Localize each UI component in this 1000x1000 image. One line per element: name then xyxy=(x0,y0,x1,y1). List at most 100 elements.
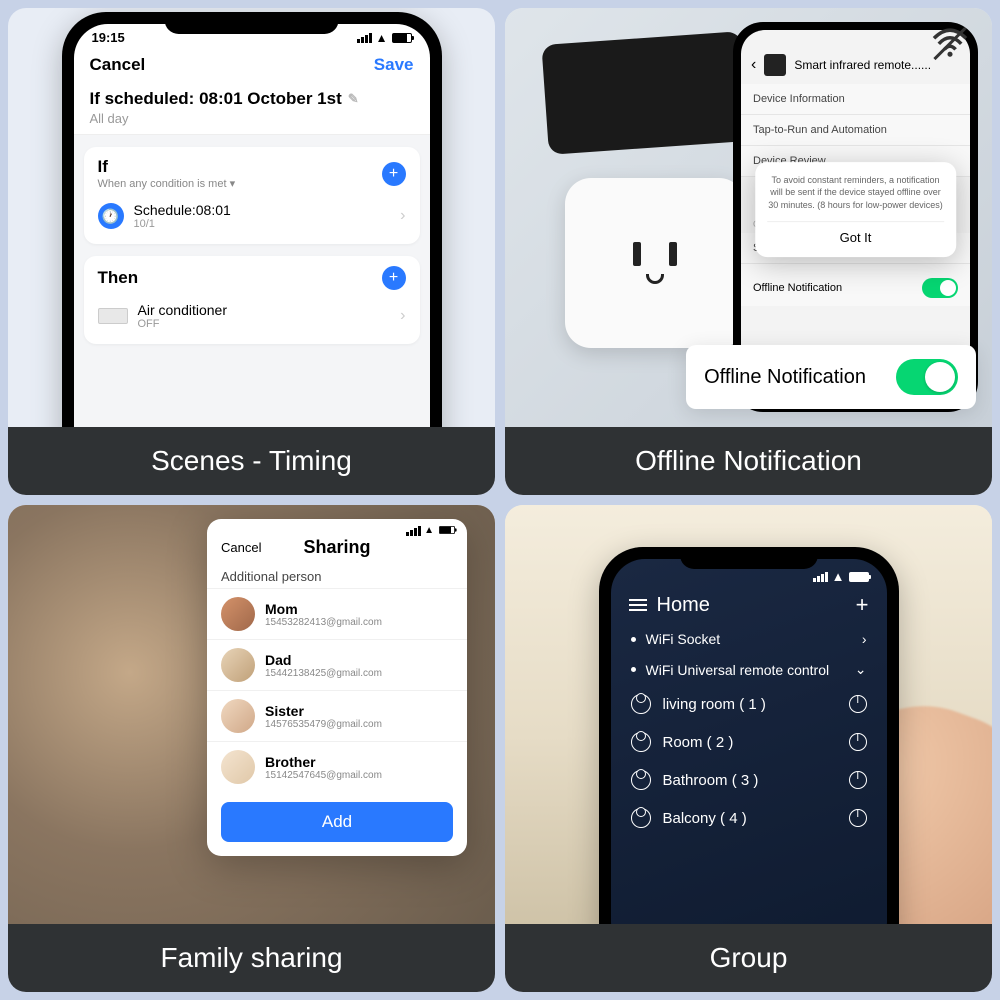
cancel-button[interactable]: Cancel xyxy=(221,540,261,555)
toggle-on-icon[interactable] xyxy=(922,278,958,298)
power-icon[interactable] xyxy=(849,733,867,751)
offline-pill-label: Offline Notification xyxy=(704,366,866,389)
phone-frame: ▲ Home + WiFi Socket › WiFi Universal rem… xyxy=(599,547,899,924)
battery-icon xyxy=(849,572,869,582)
add-icon[interactable]: + xyxy=(856,592,869,618)
panel-group: ▲ Home + WiFi Socket › WiFi Universal rem… xyxy=(505,505,992,992)
smart-plug-device xyxy=(565,178,745,348)
popup-message: To avoid constant reminders, a notificat… xyxy=(767,174,945,212)
power-icon[interactable] xyxy=(849,695,867,713)
power-icon[interactable] xyxy=(849,809,867,827)
section-label: Additional person xyxy=(207,565,467,588)
group-label: WiFi Universal remote control xyxy=(646,662,830,678)
chevron-right-icon: › xyxy=(862,631,867,647)
caption: Family sharing xyxy=(8,924,495,992)
if-condition-dropdown[interactable]: When any condition is met ▾ xyxy=(98,177,236,190)
power-icon[interactable] xyxy=(849,771,867,789)
room-label: Bathroom ( 3 ) xyxy=(663,772,759,789)
phone-frame: 19:15 ▲ Cancel Save If scheduled: 08:01 … xyxy=(62,12,442,427)
signal-icon xyxy=(406,525,421,536)
group-label: WiFi Socket xyxy=(646,631,721,647)
room-item[interactable]: Balcony ( 4 ) xyxy=(611,799,887,837)
schedule-time: Schedule:08:01 xyxy=(134,202,231,218)
device-thumb-icon xyxy=(764,54,786,76)
person-icon xyxy=(631,732,651,752)
person-row[interactable]: Mom15453282413@gmail.com xyxy=(207,588,467,639)
home-title: Home xyxy=(657,594,710,617)
action-state: OFF xyxy=(138,318,228,330)
person-row[interactable]: Sister14576535479@gmail.com xyxy=(207,690,467,741)
room-item[interactable]: Bathroom ( 3 ) xyxy=(611,761,887,799)
room-label: Balcony ( 4 ) xyxy=(663,810,747,827)
schedule-date: 10/1 xyxy=(134,218,231,230)
status-bar: ▲ xyxy=(207,519,467,536)
room-item[interactable]: living room ( 1 ) xyxy=(611,685,887,723)
device-title: Smart infrared remote...... xyxy=(794,58,931,72)
if-card: If When any condition is met ▾ + 🕐 Sched… xyxy=(84,147,420,244)
save-button[interactable]: Save xyxy=(374,55,414,75)
wifi-icon: ▲ xyxy=(376,31,388,45)
menu-tap-to-run[interactable]: Tap-to-Run and Automation xyxy=(741,115,970,146)
add-condition-button[interactable]: + xyxy=(382,162,406,186)
clock: 19:15 xyxy=(92,30,125,45)
avatar xyxy=(221,699,255,733)
ir-remote-device xyxy=(541,31,748,155)
popup-dialog: To avoid constant reminders, a notificat… xyxy=(755,162,957,258)
menu-device-info[interactable]: Device Information xyxy=(741,84,970,115)
avatar xyxy=(221,750,255,784)
person-row[interactable]: Brother15142547645@gmail.com xyxy=(207,741,467,792)
wifi-icon: ▲ xyxy=(832,569,845,584)
person-icon xyxy=(631,694,651,714)
action-row[interactable]: Air conditioner OFF › xyxy=(98,290,406,334)
person-icon xyxy=(631,808,651,828)
add-action-button[interactable]: + xyxy=(382,266,406,290)
schedule-subtitle: All day xyxy=(90,111,414,126)
clock-icon: 🕐 xyxy=(98,203,124,229)
battery-icon xyxy=(439,526,455,534)
group-item-remote[interactable]: WiFi Universal remote control ⌄ xyxy=(611,654,887,685)
room-label: Room ( 2 ) xyxy=(663,734,734,751)
room-item[interactable]: Room ( 2 ) xyxy=(611,723,887,761)
schedule-header[interactable]: If scheduled: 08:01 October 1st ✎ All da… xyxy=(74,79,430,135)
panel-offline-notification: ‹ Smart infrared remote...... Device Inf… xyxy=(505,8,992,495)
signal-icon xyxy=(357,33,372,43)
schedule-title: If scheduled: 08:01 October 1st xyxy=(90,89,342,109)
cancel-button[interactable]: Cancel xyxy=(90,55,146,75)
offline-notification-row[interactable]: Offline Notification xyxy=(741,270,970,306)
battery-icon xyxy=(392,33,412,43)
person-name: Dad xyxy=(265,652,382,668)
popup-got-it-button[interactable]: Got It xyxy=(767,221,945,245)
caption: Scenes - Timing xyxy=(8,427,495,495)
person-email: 15442138425@gmail.com xyxy=(265,668,382,679)
person-email: 14576535479@gmail.com xyxy=(265,719,382,730)
chevron-right-icon: › xyxy=(400,207,405,225)
person-email: 15142547645@gmail.com xyxy=(265,770,382,781)
person-row[interactable]: Dad15442138425@gmail.com xyxy=(207,639,467,690)
room-label: living room ( 1 ) xyxy=(663,696,766,713)
wifi-icon: ▲ xyxy=(424,525,434,536)
person-email: 15453282413@gmail.com xyxy=(265,617,382,628)
sharing-title: Sharing xyxy=(303,537,370,558)
caption: Group xyxy=(505,924,992,992)
chevron-down-icon: ⌄ xyxy=(855,661,867,678)
add-button[interactable]: Add xyxy=(221,802,453,842)
group-item-wifi-socket[interactable]: WiFi Socket › xyxy=(611,624,887,654)
avatar xyxy=(221,597,255,631)
menu-icon[interactable] xyxy=(629,599,647,611)
edit-icon[interactable]: ✎ xyxy=(348,91,359,107)
person-name: Brother xyxy=(265,754,382,770)
person-icon xyxy=(631,770,651,790)
panel-family-sharing: ▲ Cancel Sharing Additional person Mom15… xyxy=(8,505,495,992)
panel-scenes-timing: 19:15 ▲ Cancel Save If scheduled: 08:01 … xyxy=(8,8,495,495)
person-name: Mom xyxy=(265,601,382,617)
action-device: Air conditioner xyxy=(138,302,228,318)
toggle-switch[interactable] xyxy=(896,359,958,395)
ac-icon xyxy=(98,308,128,324)
schedule-row[interactable]: 🕐 Schedule:08:01 10/1 › xyxy=(98,190,406,234)
offline-notification-pill: Offline Notification xyxy=(686,345,976,409)
chevron-right-icon: › xyxy=(400,307,405,325)
back-icon[interactable]: ‹ xyxy=(751,56,756,74)
then-label: Then xyxy=(98,268,139,288)
sharing-card: ▲ Cancel Sharing Additional person Mom15… xyxy=(207,519,467,856)
wifi-off-icon xyxy=(930,26,970,68)
